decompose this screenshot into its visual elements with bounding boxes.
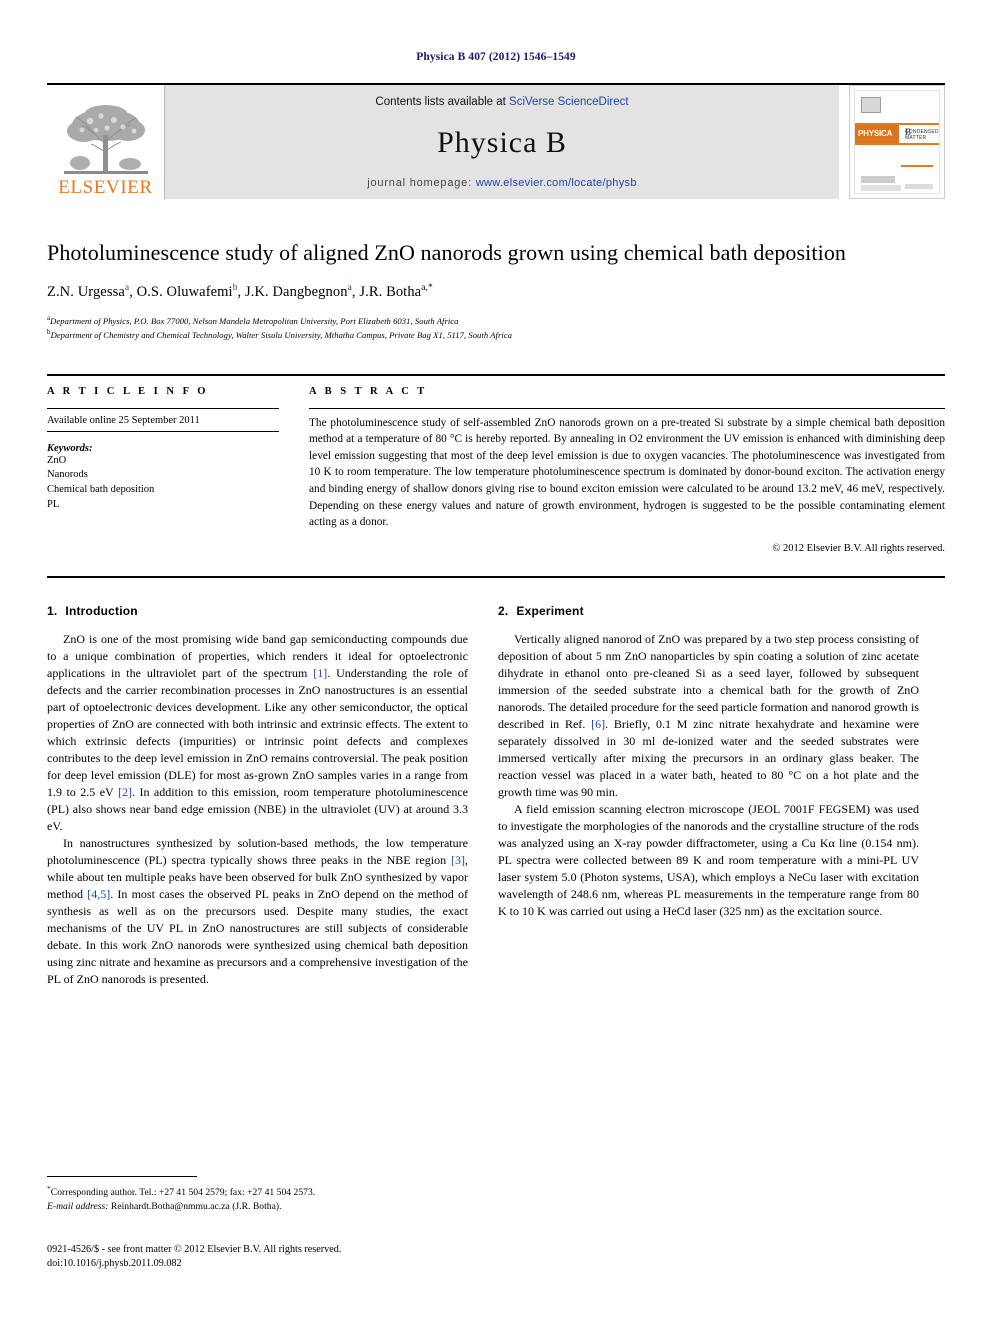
paragraph-text: . Understanding the role of defects and … xyxy=(47,665,468,800)
author-name: O.S. Oluwafemi xyxy=(136,283,233,300)
paragraph-text: In nanostructures synthesized by solutio… xyxy=(47,836,468,868)
heading-introduction: 1. Introduction xyxy=(47,604,468,618)
contents-available-line: Contents lists available at SciVerse Sci… xyxy=(375,96,628,108)
author-affiliation-mark: b xyxy=(232,283,238,294)
heading-text: Experiment xyxy=(516,603,584,618)
footnote-zone: *Corresponding author. Tel.: +27 41 504 … xyxy=(47,1176,468,1214)
cover-rule xyxy=(901,165,933,167)
running-head: Physica B 407 (2012) 1546–1549 xyxy=(416,51,576,63)
sciencedirect-link[interactable]: SciVerse ScienceDirect xyxy=(509,96,629,108)
cover-journal-title: PHYSICA xyxy=(858,129,893,138)
footnote-rule xyxy=(47,1176,197,1177)
elsevier-wordmark: ELSEVIER xyxy=(58,177,153,198)
article-info-heading: A R T I C L E I N F O xyxy=(47,385,209,397)
author-list: Z.N. Urgessaa, O.S. Oluwafemib, J.K. Dan… xyxy=(47,283,433,300)
body-columns: 1. Introduction ZnO is one of the most pr… xyxy=(47,604,945,989)
available-online-date: Available online 25 September 2011 xyxy=(47,415,279,432)
doi-line[interactable]: doi:10.1016/j.physb.2011.09.082 xyxy=(47,1257,477,1271)
paper-page: Physica B 407 (2012) 1546–1549 ELSEVIER … xyxy=(0,0,992,1323)
author-name: J.K. Dangbegnon xyxy=(245,283,348,300)
issn-doi-block: 0921-4526/$ - see front matter © 2012 El… xyxy=(47,1243,477,1272)
cover-footer-block-3 xyxy=(905,184,933,189)
article-info-column: A R T I C L E I N F O Available online 2… xyxy=(47,386,279,554)
journal-homepage-link[interactable]: www.elsevier.com/locate/physb xyxy=(476,177,637,189)
citation-ref[interactable]: [3] xyxy=(451,853,465,867)
contents-prefix: Contents lists available at xyxy=(375,96,510,108)
article-info-rule xyxy=(47,407,279,409)
citation-ref[interactable]: [4,5] xyxy=(87,887,110,901)
right-column: 2. Experiment Vertically aligned nanorod … xyxy=(498,604,919,989)
heading-text: Introduction xyxy=(65,603,138,618)
abstract-copyright: © 2012 Elsevier B.V. All rights reserved… xyxy=(772,542,945,554)
cover-inner: PHYSICA B CONDENSED MATTER xyxy=(854,90,940,194)
journal-title: Physica B xyxy=(437,125,567,159)
citation-ref[interactable]: [6] xyxy=(591,717,605,731)
abstract-heading: A B S T R A C T xyxy=(309,385,428,397)
heading-number: 1. xyxy=(47,603,58,618)
left-column: 1. Introduction ZnO is one of the most pr… xyxy=(47,604,468,989)
keywords-label: Keywords: xyxy=(47,442,93,454)
affiliation-b: bDepartment of Chemistry and Chemical Te… xyxy=(47,327,945,341)
email-value[interactable]: Reinhardt.Botha@nmmu.ac.za (J.R. Botha). xyxy=(111,1201,282,1212)
author-affiliation-mark: a,* xyxy=(421,283,433,294)
journal-masthead: ELSEVIER Contents lists available at Sci… xyxy=(47,83,945,199)
heading-experiment: 2. Experiment xyxy=(498,604,919,618)
keyword-item: PL xyxy=(47,498,60,510)
citation-ref[interactable]: [1] xyxy=(313,666,327,680)
author-affiliation-mark: a xyxy=(347,283,352,294)
cover-stamp-icon xyxy=(861,97,881,113)
affiliation-a: aDepartment of Physics, P.O. Box 77000, … xyxy=(47,313,945,327)
issn-line: 0921-4526/$ - see front matter © 2012 El… xyxy=(47,1244,342,1255)
author-name: J.R. Botha xyxy=(359,283,422,300)
author-name: Z.N. Urgessa xyxy=(47,283,125,300)
experiment-paragraph-1: Vertically aligned nanorod of ZnO was pr… xyxy=(498,631,919,801)
page-title: Photoluminescence study of aligned ZnO n… xyxy=(47,240,847,265)
cover-footer-block-1 xyxy=(861,176,895,183)
email-label: E-mail address: xyxy=(47,1201,109,1213)
corresponding-author-text: Corresponding author. Tel.: +27 41 504 2… xyxy=(50,1187,316,1199)
homepage-prefix: journal homepage: xyxy=(367,177,476,189)
keyword-item: Nanorods xyxy=(47,469,88,481)
heading-number: 2. xyxy=(498,603,509,618)
email-note: E-mail address: Reinhardt.Botha@nmmu.ac.… xyxy=(47,1200,468,1214)
cover-subtitle: CONDENSED MATTER xyxy=(905,129,939,141)
abstract-text: The photoluminescence study of self-asse… xyxy=(309,416,945,529)
intro-paragraph-1: ZnO is one of the most promising wide ba… xyxy=(47,631,468,835)
paragraph-text: . In most cases the observed PL peaks in… xyxy=(47,887,468,987)
keyword-item: Chemical bath deposition xyxy=(47,483,155,495)
title-block: Photoluminescence study of aligned ZnO n… xyxy=(47,239,945,342)
cover-title-band: PHYSICA B CONDENSED MATTER xyxy=(855,123,939,145)
elsevier-logo: ELSEVIER xyxy=(47,85,165,199)
keyword-item: ZnO xyxy=(47,454,67,466)
elsevier-tree-icon xyxy=(60,101,152,177)
abstract-rule xyxy=(309,407,945,409)
author-affiliation-mark: a xyxy=(124,283,130,294)
section-divider xyxy=(47,575,945,578)
citation-ref[interactable]: [2] xyxy=(118,785,132,799)
cover-footer-block-2 xyxy=(861,185,901,191)
journal-homepage-line: journal homepage: www.elsevier.com/locat… xyxy=(367,177,637,189)
affiliation-text: Department of Physics, P.O. Box 77000, N… xyxy=(50,315,459,326)
info-abstract-block: A R T I C L E I N F O Available online 2… xyxy=(47,373,945,554)
experiment-paragraph-2: A field emission scanning electron micro… xyxy=(498,802,919,919)
journal-banner: Contents lists available at SciVerse Sci… xyxy=(165,85,839,199)
affiliation-text: Department of Chemistry and Chemical Tec… xyxy=(50,330,513,341)
journal-cover-thumbnail: PHYSICA B CONDENSED MATTER xyxy=(849,85,945,199)
corresponding-author-note: *Corresponding author. Tel.: +27 41 504 … xyxy=(47,1184,468,1200)
intro-paragraph-2: In nanostructures synthesized by solutio… xyxy=(47,835,468,988)
abstract-column: A B S T R A C T The photoluminescence st… xyxy=(309,386,945,554)
